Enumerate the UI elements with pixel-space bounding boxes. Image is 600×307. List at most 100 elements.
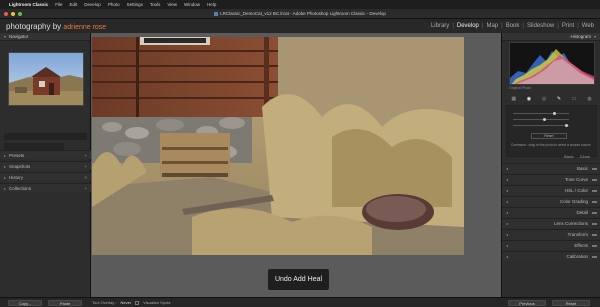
expand-triangle-icon: ▸ — [4, 163, 7, 169]
cabin-photo — [92, 37, 464, 255]
module-develop[interactable]: Develop — [455, 23, 481, 29]
module-picker: Library | Develop | Map | Book | Slideshow | … — [429, 23, 596, 29]
tone-curve-panel-header[interactable]: ◂ Tone Curve — [502, 174, 600, 184]
radial-tool-icon[interactable]: ◍ — [587, 96, 591, 102]
healing-tool-panel: Reset Command - drag on the photo to sel… — [506, 105, 597, 157]
crop-tool-icon[interactable]: ▦ — [511, 96, 516, 102]
visualize-spots-checkbox[interactable] — [135, 300, 140, 305]
calibration-label: Calibration — [566, 254, 588, 259]
expand-triangle-icon: ◂ — [506, 221, 509, 226]
color-grading-panel-header[interactable]: ◂ Color Grading — [502, 196, 600, 206]
menu-develop[interactable]: Develop — [84, 2, 101, 7]
expand-triangle-icon: ◂ — [506, 243, 509, 248]
bottom-toolbar: Copy... Paste Tool Overlay : Never Visua… — [0, 297, 600, 307]
tool-reset-button[interactable]: Reset — [531, 133, 567, 139]
collapse-triangle-icon: ▾ — [4, 34, 7, 39]
previous-button[interactable]: Previous — [508, 300, 546, 306]
module-slideshow[interactable]: Slideshow — [525, 23, 556, 29]
navigator-preview[interactable] — [8, 52, 84, 106]
expand-triangle-icon: ◂ — [506, 188, 509, 193]
brand-name: adrienne rose — [63, 24, 107, 31]
copy-button[interactable]: Copy... — [8, 300, 42, 306]
panel-switch-icon[interactable] — [592, 200, 597, 203]
feather-slider-knob[interactable] — [543, 117, 546, 121]
basic-footer-label[interactable]: Basic — [564, 154, 574, 159]
panel-switch-icon[interactable] — [592, 178, 597, 181]
effects-label: Effects — [574, 243, 588, 248]
navigator-header[interactable]: ▾ Navigator — [0, 33, 90, 41]
module-book[interactable]: Book — [504, 23, 522, 29]
undo-toast: Undo Add Heal — [268, 269, 329, 290]
healing-hint-text: Command - drag on the photo to select a … — [511, 143, 591, 147]
add-snapshot-icon[interactable]: + — [84, 164, 87, 169]
opacity-slider-knob[interactable] — [565, 123, 568, 127]
module-map[interactable]: Map — [484, 23, 500, 29]
clear-history-icon[interactable]: × — [84, 175, 87, 180]
menu-settings[interactable]: Settings — [127, 2, 143, 7]
snapshots-label: Snapshots — [9, 163, 31, 169]
opacity-slider[interactable] — [513, 123, 569, 127]
histogram-graph — [510, 49, 594, 84]
menu-tools[interactable]: Tools — [150, 2, 161, 7]
red-eye-tool-icon[interactable]: ◎ — [542, 96, 546, 102]
expand-triangle-icon: ◂ — [506, 177, 509, 182]
lens-corrections-panel-header[interactable]: ◂ Lens Corrections — [502, 218, 600, 228]
menu-file[interactable]: File — [55, 2, 62, 7]
feather-slider[interactable] — [513, 117, 569, 121]
panel-switch-icon[interactable] — [592, 167, 597, 170]
undo-toast-text: Undo Add Heal — [274, 276, 323, 283]
detail-panel-header[interactable]: ◂ Detail — [502, 207, 600, 217]
menu-view[interactable]: View — [167, 2, 177, 7]
basic-panel-header[interactable]: ◂ Basic — [502, 163, 600, 173]
window-title-bar: LRClassic_DemoCat_v12 BC.lrcat - Adobe P… — [0, 9, 600, 19]
panel-switch-icon[interactable] — [592, 255, 597, 258]
transform-panel-header[interactable]: ◂ Transform — [502, 229, 600, 239]
collections-panel-header[interactable]: ▸ Collections + — [0, 183, 91, 192]
size-slider[interactable] — [513, 111, 569, 115]
identity-plate: photography by adrienne rose — [6, 22, 106, 31]
panel-switch-icon[interactable] — [592, 233, 597, 236]
brush-tool-icon[interactable]: ✎ — [557, 96, 561, 102]
menu-app[interactable]: Lightroom Classic — [9, 2, 48, 7]
expand-triangle-icon: ◂ — [506, 199, 509, 204]
history-panel-header[interactable]: ▸ History × — [0, 172, 91, 181]
menu-window[interactable]: Window — [184, 2, 200, 7]
panel-switch-icon[interactable] — [592, 244, 597, 247]
module-web[interactable]: Web — [580, 23, 596, 29]
add-preset-icon[interactable]: + — [84, 153, 87, 158]
panel-switch-icon[interactable] — [592, 189, 597, 192]
navigator-label: Navigator — [9, 34, 29, 39]
healing-tool-icon[interactable]: ◉ — [527, 96, 531, 102]
panel-switch-icon[interactable] — [592, 222, 597, 225]
expand-triangle-icon: ◂ — [506, 254, 509, 259]
histogram-header[interactable]: Histogram ▾ — [502, 33, 600, 41]
calibration-panel-header[interactable]: ◂ Calibration — [502, 251, 600, 261]
module-library[interactable]: Library — [429, 23, 451, 29]
preset-placeholder — [4, 133, 87, 140]
window-title-text: LRClassic_DemoCat_v12 BC.lrcat - Adobe P… — [220, 11, 386, 16]
add-collection-icon[interactable]: + — [84, 186, 87, 191]
tool-overlay-select[interactable]: Never — [120, 300, 131, 305]
paste-button[interactable]: Paste — [48, 300, 82, 306]
histogram-label: Histogram — [570, 34, 591, 39]
snapshots-panel-header[interactable]: ▸ Snapshots + — [0, 161, 91, 170]
menu-photo[interactable]: Photo — [108, 2, 120, 7]
effects-panel-header[interactable]: ◂ Effects — [502, 240, 600, 250]
menu-edit[interactable]: Edit — [70, 2, 78, 7]
module-print[interactable]: Print — [560, 23, 576, 29]
main-photo[interactable] — [92, 37, 464, 255]
size-slider-knob[interactable] — [553, 111, 556, 115]
left-panel: ▾ Navigator ▸ Presets + ▸ Snapshots + ▸ … — [0, 33, 91, 297]
collections-label: Collections — [9, 185, 32, 191]
menu-help[interactable]: Help — [207, 2, 216, 7]
presets-panel-header[interactable]: ▸ Presets + — [0, 150, 91, 159]
gradient-tool-icon[interactable]: ▭ — [572, 96, 577, 102]
reset-button[interactable]: Reset — [552, 300, 590, 306]
photo-canvas[interactable]: Undo Add Heal — [91, 33, 501, 297]
hsl-panel-header[interactable]: ◂ HSL / Color — [502, 185, 600, 195]
close-footer-label[interactable]: Close — [580, 154, 590, 159]
panel-switch-icon[interactable] — [592, 211, 597, 214]
transform-label: Transform — [567, 232, 588, 237]
hsl-label: HSL / Color — [564, 188, 588, 193]
histogram[interactable] — [509, 42, 595, 85]
